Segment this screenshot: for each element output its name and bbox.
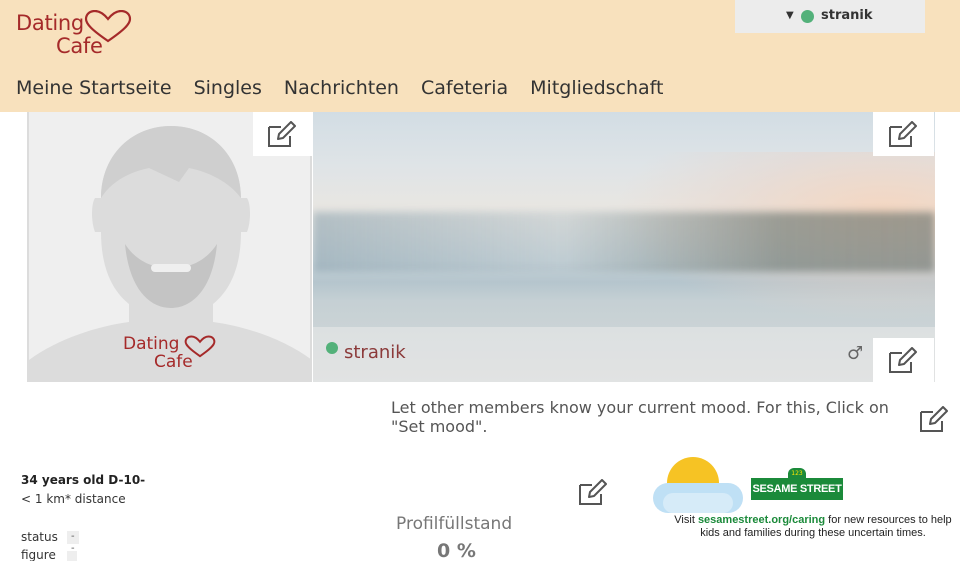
nav-item-singles[interactable]: Singles	[194, 77, 262, 101]
online-status-dot	[326, 342, 338, 354]
mood-text: Let other members know your current mood…	[391, 398, 889, 436]
edit-photo-button[interactable]	[253, 112, 313, 156]
attribute-status: status ---	[21, 530, 79, 561]
edit-details-button[interactable]	[576, 478, 610, 508]
attribute-value	[67, 551, 77, 561]
ad-text: Visit sesamestreet.org/caring for new re…	[674, 514, 952, 539]
avatar-logo-dating: Dating	[123, 334, 180, 354]
nav-item-nachrichten[interactable]: Nachrichten	[284, 77, 399, 101]
attribute-label: figure	[21, 548, 56, 561]
sesame-street-logo: SESAME STREET	[751, 478, 843, 500]
edit-name-button[interactable]	[873, 338, 934, 382]
profile-fill-value: 0 %	[437, 540, 476, 561]
dating-cafe-logo[interactable]: Dating Cafe	[16, 10, 136, 60]
header: Dating Cafe ▼ stranik Meine Startseite S…	[0, 0, 960, 112]
edit-cover-button[interactable]	[873, 112, 934, 156]
ad-link[interactable]: sesamestreet.org/caring	[698, 514, 825, 526]
set-mood-button[interactable]	[917, 405, 951, 435]
caret-down-icon: ▼	[786, 10, 794, 21]
nav-item-cafeteria[interactable]: Cafeteria	[421, 77, 508, 101]
user-menu[interactable]: ▼ stranik	[735, 0, 925, 33]
age-line: 34 years old D-10-	[21, 473, 146, 487]
edit-icon	[920, 406, 948, 432]
profile-name: stranik	[344, 342, 406, 363]
heart-icon	[184, 335, 216, 358]
attribute-label: status	[21, 530, 58, 544]
nav-item-mitgliedschaft[interactable]: Mitgliedschaft	[530, 77, 663, 101]
edit-icon	[889, 347, 917, 373]
nav-item-meine-startseite[interactable]: Meine Startseite	[16, 77, 172, 101]
edit-icon	[889, 121, 917, 147]
cover-image[interactable]	[313, 112, 935, 382]
logo-text-dating: Dating	[16, 11, 84, 35]
main-nav: Meine Startseite Singles Nachrichten Caf…	[16, 77, 685, 101]
user-menu-username: stranik	[821, 8, 873, 23]
name-bar	[313, 327, 935, 382]
avatar-logo: Dating Cafe	[123, 334, 233, 374]
heart-icon	[84, 10, 132, 43]
profile-fill-label: Profilfüllstand	[396, 514, 513, 534]
edit-icon	[579, 479, 607, 505]
attribute-value: ---	[67, 531, 79, 561]
attribute-figure: figure	[21, 548, 77, 561]
edit-icon	[268, 121, 296, 147]
online-status-dot	[801, 10, 814, 23]
distance-line: < 1 km* distance	[21, 492, 126, 506]
male-icon: ♂	[847, 343, 864, 364]
sesame-street-ad[interactable]: 123 SESAME STREET Visit sesamestreet.org…	[653, 457, 952, 561]
